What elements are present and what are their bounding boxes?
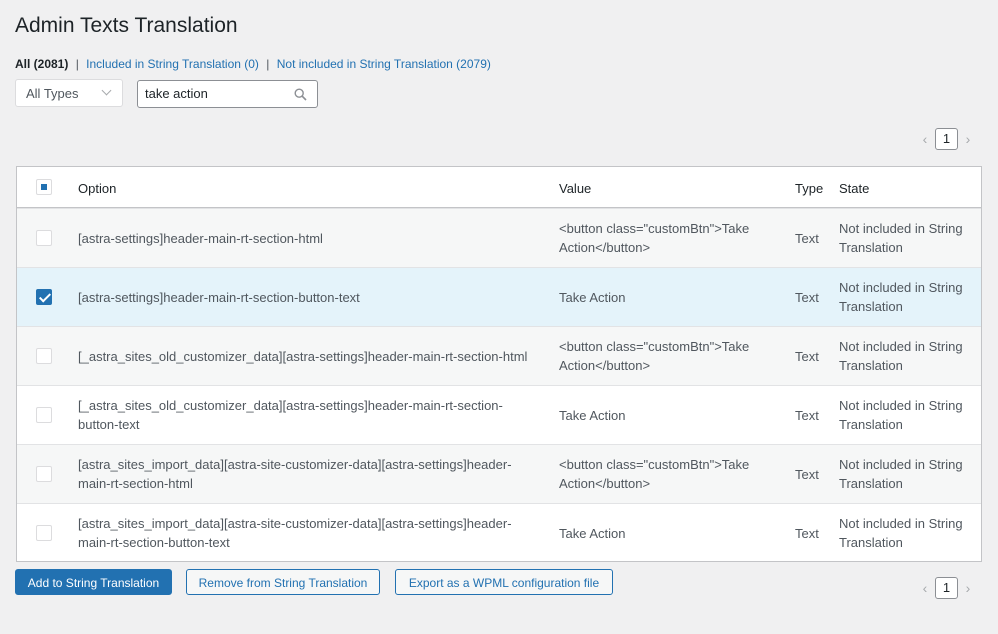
- pagination-bottom: ‹ 1 ›: [918, 577, 975, 599]
- column-type: Type: [795, 181, 824, 196]
- value-cell-line: <button class="customBtn">Take: [559, 339, 750, 354]
- state-cell: Not included in String Translation: [839, 278, 977, 316]
- export-wpml-config-button[interactable]: Export as a WPML configuration file: [395, 569, 613, 595]
- pagination-top: ‹ 1 ›: [918, 128, 975, 150]
- state-cell-line: Translation: [839, 299, 903, 314]
- row-checkbox[interactable]: [36, 466, 52, 482]
- type-cell: Text: [795, 349, 819, 364]
- value-cell-line: Take Action: [559, 290, 626, 305]
- type-cell: Text: [795, 467, 819, 482]
- state-cell: Not included in String Translation: [839, 455, 977, 493]
- option-cell-line: [astra_sites_import_data][astra-site-cus…: [78, 457, 512, 472]
- filter-all[interactable]: All (2081): [15, 57, 68, 71]
- next-page-icon[interactable]: ›: [961, 580, 975, 596]
- state-cell-line: Not included in String: [839, 280, 963, 295]
- value-cell: <button class="customBtn">Take Action</bu…: [559, 337, 774, 375]
- value-cell-line: Take Action: [559, 526, 626, 541]
- state-cell-line: Translation: [839, 476, 903, 491]
- value-cell: <button class="customBtn">Take Action</bu…: [559, 219, 774, 257]
- filter-separator: |: [75, 57, 79, 71]
- search-box[interactable]: [137, 80, 318, 108]
- state-cell: Not included in String Translation: [839, 219, 977, 257]
- value-cell-line: Take Action: [559, 408, 626, 423]
- table-row[interactable]: [astra-settings]header-main-rt-section-h…: [17, 208, 981, 267]
- type-cell: Text: [795, 231, 819, 246]
- current-page-field[interactable]: 1: [935, 128, 958, 150]
- row-checkbox[interactable]: [36, 289, 52, 305]
- state-cell-line: Translation: [839, 358, 903, 373]
- strings-table: Option Value Type State [astra-settings]…: [16, 166, 982, 562]
- prev-page-icon[interactable]: ‹: [918, 580, 932, 596]
- table-row[interactable]: [astra_sites_import_data][astra-site-cus…: [17, 444, 981, 503]
- type-cell: Text: [795, 290, 819, 305]
- option-cell-line: [astra-settings]header-main-rt-section-h…: [78, 231, 323, 246]
- option-cell: [astra-settings]header-main-rt-section-h…: [78, 229, 558, 248]
- page-title: Admin Texts Translation: [15, 14, 238, 37]
- table-row[interactable]: [_astra_sites_old_customizer_data][astra…: [17, 385, 981, 444]
- type-select[interactable]: All Types: [15, 79, 123, 107]
- state-cell-line: Not included in String: [839, 221, 963, 236]
- prev-page-icon[interactable]: ‹: [918, 131, 932, 147]
- select-all-checkbox[interactable]: [36, 179, 52, 195]
- column-option: Option: [78, 181, 117, 196]
- value-cell: <button class="customBtn">Take Action</bu…: [559, 455, 774, 493]
- value-cell: Take Action: [559, 288, 774, 307]
- option-cell-line: main-rt-section-button-text: [78, 535, 230, 550]
- value-cell-line: <button class="customBtn">Take: [559, 457, 750, 472]
- option-cell: [_astra_sites_old_customizer_data][astra…: [78, 347, 558, 366]
- state-cell-line: Translation: [839, 535, 903, 550]
- state-cell-line: Not included in String: [839, 398, 963, 413]
- value-cell-line: Action</button>: [559, 476, 651, 491]
- filter-not-included[interactable]: Not included in String Translation (2079…: [277, 57, 491, 71]
- state-cell-line: Not included in String: [839, 339, 963, 354]
- value-cell: Take Action: [559, 524, 774, 543]
- table-row[interactable]: [astra_sites_import_data][astra-site-cus…: [17, 503, 981, 562]
- search-input[interactable]: [145, 86, 285, 101]
- type-select-value: All Types: [26, 86, 79, 101]
- column-value: Value: [559, 181, 592, 196]
- next-page-icon[interactable]: ›: [961, 131, 975, 147]
- add-to-string-translation-button[interactable]: Add to String Translation: [15, 569, 172, 595]
- current-page-field[interactable]: 1: [935, 577, 958, 599]
- state-cell: Not included in String Translation: [839, 337, 977, 375]
- row-checkbox[interactable]: [36, 525, 52, 541]
- type-cell: Text: [795, 526, 819, 541]
- option-cell-line: [_astra_sites_old_customizer_data][astra…: [78, 349, 528, 364]
- option-cell-line: main-rt-section-html: [78, 476, 193, 491]
- option-cell-line: [astra-settings]header-main-rt-section-b…: [78, 290, 360, 305]
- row-checkbox[interactable]: [36, 348, 52, 364]
- table-header: Option Value Type State: [17, 167, 981, 208]
- option-cell: [astra_sites_import_data][astra-site-cus…: [78, 514, 558, 552]
- filter-separator: |: [266, 57, 270, 71]
- remove-from-string-translation-button[interactable]: Remove from String Translation: [186, 569, 380, 595]
- state-cell-line: Translation: [839, 417, 903, 432]
- value-cell: Take Action: [559, 406, 774, 425]
- value-cell-line: Action</button>: [559, 358, 651, 373]
- column-state: State: [839, 181, 870, 196]
- row-checkbox[interactable]: [36, 407, 52, 423]
- view-filters: All (2081) | Included in String Translat…: [15, 57, 491, 71]
- table-row[interactable]: [astra-settings]header-main-rt-section-b…: [17, 267, 981, 326]
- chevron-down-icon: [101, 85, 112, 96]
- option-cell-line: button-text: [78, 417, 140, 432]
- type-cell: Text: [795, 408, 819, 423]
- state-cell-line: Not included in String: [839, 516, 963, 531]
- value-cell-line: Action</button>: [559, 240, 651, 255]
- option-cell: [_astra_sites_old_customizer_data][astra…: [78, 396, 558, 434]
- row-checkbox[interactable]: [36, 230, 52, 246]
- state-cell: Not included in String Translation: [839, 396, 977, 434]
- option-cell: [astra-settings]header-main-rt-section-b…: [78, 288, 558, 307]
- table-row[interactable]: [_astra_sites_old_customizer_data][astra…: [17, 326, 981, 385]
- filter-included[interactable]: Included in String Translation (0): [86, 57, 259, 71]
- search-icon[interactable]: [294, 88, 307, 101]
- value-cell-line: <button class="customBtn">Take: [559, 221, 750, 236]
- option-cell: [astra_sites_import_data][astra-site-cus…: [78, 455, 558, 493]
- option-cell-line: [astra_sites_import_data][astra-site-cus…: [78, 516, 512, 531]
- state-cell-line: Translation: [839, 240, 903, 255]
- option-cell-line: [_astra_sites_old_customizer_data][astra…: [78, 398, 503, 413]
- state-cell: Not included in String Translation: [839, 514, 977, 552]
- state-cell-line: Not included in String: [839, 457, 963, 472]
